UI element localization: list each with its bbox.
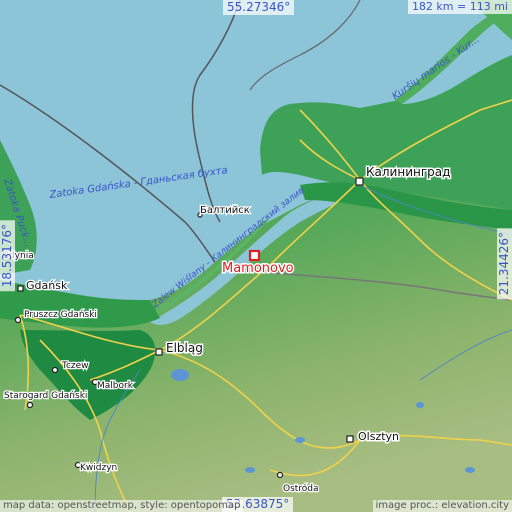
starogard-marker [26,401,34,409]
elblag-marker [155,348,163,356]
label-starogard: Starogard Gdański [4,391,87,401]
kaliningrad-marker [355,177,364,186]
coord-right: 21.34426° [497,228,512,300]
label-mamonovo: Mamonovo [222,261,294,276]
tczew-marker [51,366,59,374]
credit-image-proc: image proc.: elevation.city [372,500,512,512]
label-malbork: Malbork [97,381,134,391]
label-gdansk: Gdańsk [26,279,68,292]
olsztyn-marker [346,435,354,443]
label-pruszcz: Pruszcz Gdański [24,310,97,320]
label-olsztyn: Olsztyn [358,430,399,443]
gdansk-marker [17,285,24,292]
label-baltiysk: Балтийск [200,205,250,216]
label-elblag: Elbląg [166,341,203,355]
coord-top: 55.27346° [223,0,295,15]
scale-label: 182 km = 113 mi [407,0,512,14]
label-tczew: Tczew [61,361,89,371]
coord-left: 18.53176° [0,220,15,292]
credit-map-data: map data: openstreetmap, style: opentopo… [0,500,244,512]
label-kaliningrad: Калининград [366,165,450,179]
pruszcz-marker [14,316,22,324]
elevation-map: Калининград Балтийск Gdańsk Pruszcz Gdań… [0,0,512,512]
map-canvas: Калининград Балтийск Gdańsk Pruszcz Gdań… [0,0,512,512]
ostroda-marker [276,471,284,479]
mamonovo-marker [248,249,261,262]
label-kwidzyn: Kwidzyn [80,463,117,473]
label-ostroda: Ostróda [283,483,319,494]
